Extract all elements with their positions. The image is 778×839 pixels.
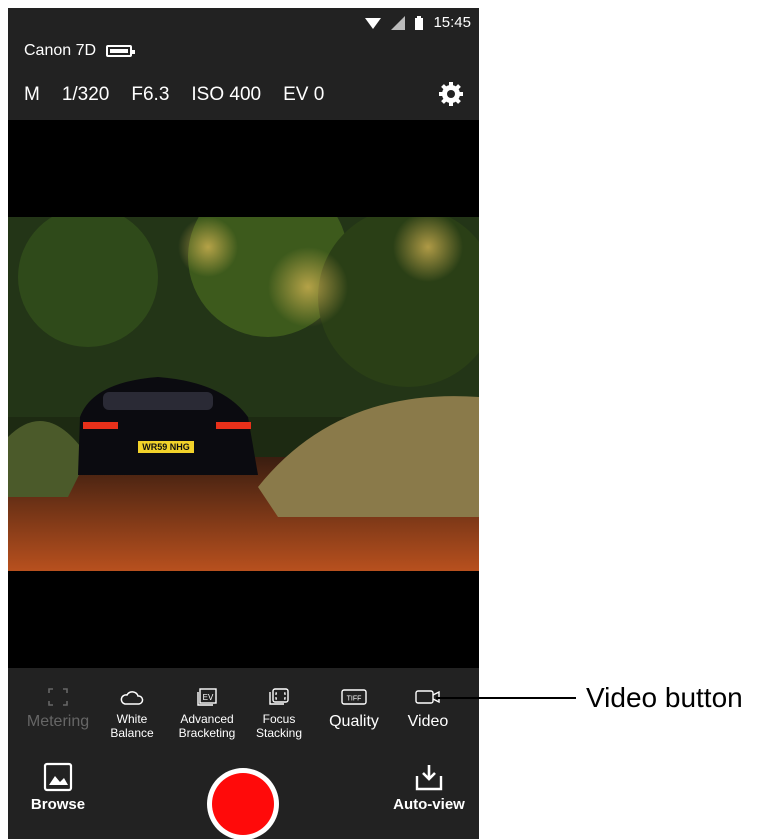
tiff-icon-text: TIFF	[347, 696, 362, 703]
focus-label-line1: Focus	[262, 712, 296, 726]
white-balance-label-line1: White	[116, 712, 148, 726]
aperture-value[interactable]: F6.3	[131, 84, 169, 106]
signal-icon	[391, 15, 406, 30]
phone-screen: 15:45 Canon 7D M 1/320 F6.3 ISO 400 EV 0	[8, 8, 479, 839]
license-plate-text: WR59 NHG	[142, 442, 190, 452]
status-icons: 15:45	[365, 14, 471, 31]
cloud-icon	[120, 691, 144, 705]
video-callout-line	[436, 697, 576, 699]
quality-button[interactable]: TIFF Quality	[318, 686, 390, 730]
iso-value[interactable]: ISO 400	[191, 84, 261, 106]
live-view[interactable]: WR59 NHG	[8, 120, 479, 668]
quality-label: Quality	[329, 713, 379, 730]
shutter-button[interactable]	[207, 768, 279, 839]
status-bar: 15:45	[8, 8, 479, 38]
video-label: Video	[407, 713, 449, 730]
shutter-value[interactable]: 1/320	[62, 84, 110, 106]
download-tray-icon	[415, 765, 443, 791]
bracketing-label-line2: Bracketing	[178, 726, 236, 740]
metering-icon	[48, 688, 68, 706]
white-balance-button[interactable]: White Balance	[96, 686, 168, 740]
settings-gear-icon[interactable]	[437, 80, 465, 108]
metering-label: Metering	[26, 713, 90, 730]
wifi-icon	[365, 17, 382, 29]
ev-bracketing-icon: EV	[197, 688, 217, 706]
status-time: 15:45	[433, 14, 471, 31]
focus-stacking-button[interactable]: Focus Stacking	[243, 686, 315, 740]
bracketing-label-line1: Advanced	[180, 712, 234, 726]
browse-label: Browse	[30, 796, 86, 813]
video-callout-label: Video button	[586, 682, 743, 713]
exposure-settings: M 1/320 F6.3 ISO 400 EV 0	[24, 80, 465, 110]
browse-button[interactable]: Browse	[28, 762, 88, 813]
focus-stacking-icon	[269, 688, 289, 705]
video-button[interactable]: Video	[392, 686, 464, 730]
ev-icon-text: EV	[203, 693, 214, 702]
white-balance-label-line2: Balance	[110, 726, 154, 740]
live-view-image: WR59 NHG	[8, 217, 479, 571]
advanced-bracketing-button[interactable]: EV Advanced Bracketing	[171, 686, 243, 740]
camera-model-label: Canon 7D	[24, 42, 97, 59]
gallery-icon	[43, 762, 73, 792]
shutter-record-dot	[212, 773, 274, 835]
metering-button[interactable]: Metering	[22, 686, 94, 730]
camera-model: Canon 7D	[24, 42, 136, 60]
camera-battery-icon	[106, 45, 136, 57]
tiff-icon: TIFF	[341, 689, 367, 705]
ev-value[interactable]: EV 0	[283, 84, 324, 106]
mode-value[interactable]: M	[24, 84, 40, 106]
capture-row: Browse Auto-view	[8, 756, 479, 839]
bottom-toolbar: Metering White Balance EV Advanced Brack…	[8, 668, 479, 839]
auto-view-label: Auto-view	[393, 796, 465, 813]
auto-view-button[interactable]: Auto-view	[389, 762, 469, 813]
focus-label-line2: Stacking	[255, 726, 303, 740]
battery-status-icon	[415, 15, 424, 30]
